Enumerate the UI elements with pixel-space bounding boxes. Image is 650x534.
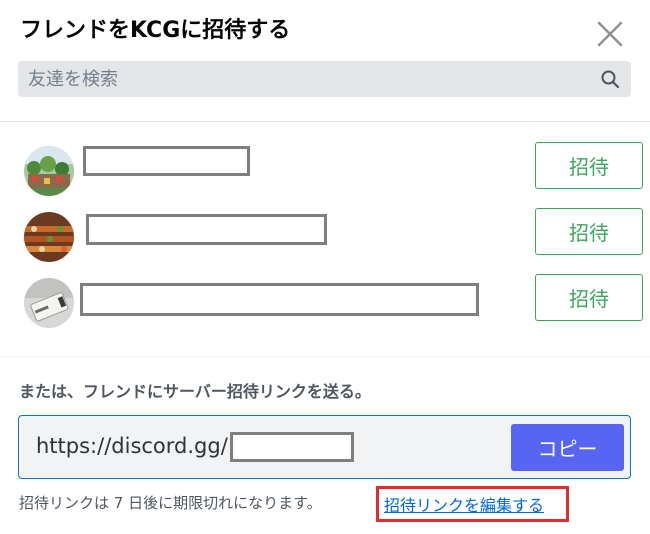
divider [0,121,650,122]
invite-button[interactable]: 招待 [535,142,643,189]
avatar [24,278,74,328]
invite-link-section-label: または、フレンドにサーバー招待リンクを送る。 [19,382,371,401]
divider [0,356,650,357]
close-icon[interactable] [592,16,628,52]
invite-link-url[interactable]: https://discord.gg/ [36,434,228,458]
invite-code-redacted [230,432,354,462]
invite-button[interactable]: 招待 [535,274,643,321]
copy-button[interactable]: コピー [511,424,624,471]
friend-row: 招待 [0,274,650,332]
close-button[interactable] [592,16,628,52]
invite-expiry-text: 招待リンクは 7 日後に期限切れになります。 [19,494,322,512]
friend-row: 招待 [0,142,650,200]
edit-link-highlight: 招待リンクを編集する [376,486,569,522]
avatar [24,212,74,262]
modal-title: フレンドをKCGに招待する [20,18,291,43]
search-bar [18,61,631,97]
friend-name-redacted [86,214,327,245]
invite-button[interactable]: 招待 [535,208,643,255]
friend-row: 招待 [0,208,650,266]
invite-link-box: https://discord.gg/ コピー [18,415,631,479]
friend-name-redacted [80,283,479,316]
search-input[interactable] [28,61,588,97]
edit-invite-link[interactable]: 招待リンクを編集する [384,492,544,516]
friend-name-redacted [83,146,250,176]
avatar [24,146,74,196]
search-icon [601,70,620,89]
invite-friends-modal: フレンドをKCGに招待する 友達を検索 招待 招待 招待 または、フレンドにサー… [0,0,650,534]
